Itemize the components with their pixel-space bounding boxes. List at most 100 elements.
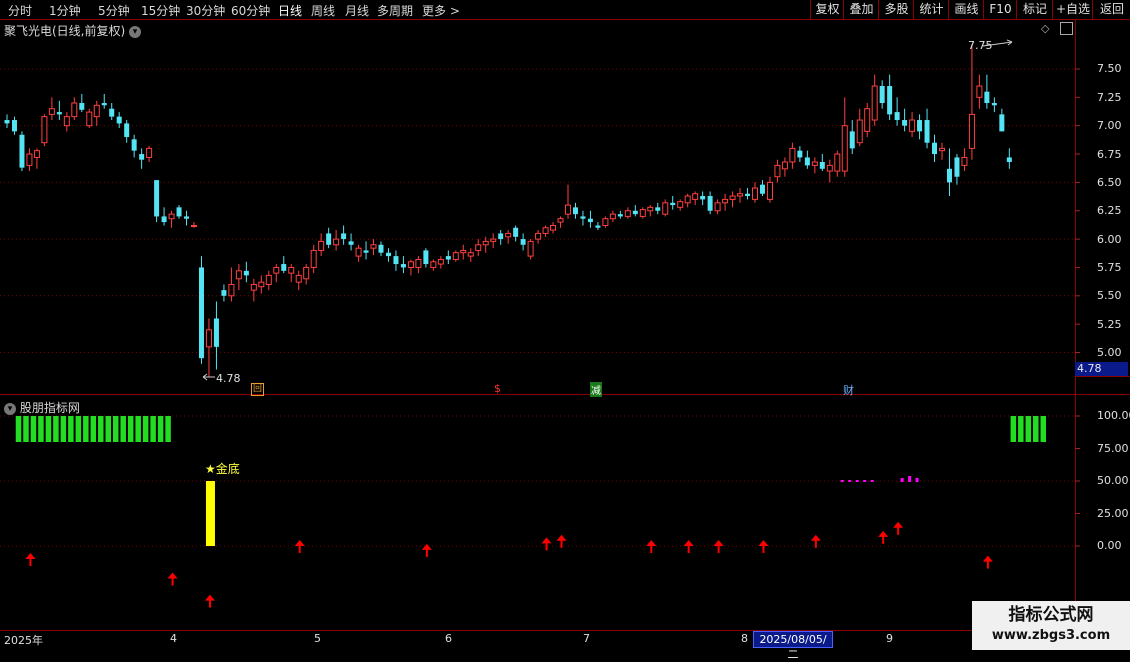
- magenta-mark: [848, 480, 852, 482]
- candle: [281, 256, 287, 274]
- candle-body: [303, 266, 310, 280]
- candle: [968, 44, 975, 160]
- candle: [355, 244, 362, 262]
- candle-body: [235, 270, 242, 280]
- watermark-url: www.zbgs3.com: [991, 628, 1111, 643]
- date-label: 7: [583, 632, 590, 645]
- buy-arrow: [893, 521, 904, 535]
- candle: [939, 142, 945, 160]
- candle: [33, 148, 40, 169]
- chevron-down-icon[interactable]: ▾: [4, 402, 16, 415]
- indicator-tick: 100.00: [1097, 409, 1130, 422]
- candle-body: [655, 207, 661, 211]
- candle-body: [452, 252, 459, 261]
- candle-body: [19, 134, 25, 168]
- candle-body: [700, 196, 706, 200]
- candle: [984, 74, 990, 109]
- signal-green-bar: [45, 416, 52, 442]
- diamond-icon[interactable]: ◇: [1041, 22, 1049, 35]
- indicator-tick: 75.00: [1097, 442, 1129, 455]
- candle: [86, 108, 93, 128]
- candle-body: [602, 218, 609, 226]
- signal-green-bar: [165, 416, 171, 442]
- candle: [56, 100, 62, 121]
- chart-canvas[interactable]: [0, 0, 1130, 650]
- candle: [221, 284, 227, 302]
- candle-body: [86, 111, 93, 127]
- candle-body: [221, 290, 227, 296]
- candle-body: [348, 241, 354, 245]
- candle: [400, 256, 406, 274]
- price-tick: 5.00: [1097, 346, 1122, 359]
- buy-arrow: [713, 540, 724, 553]
- candle-body: [93, 104, 100, 118]
- candle-body: [490, 238, 497, 242]
- buy-arrow-head: [25, 553, 36, 559]
- indicator-name[interactable]: 股朋指标网: [20, 401, 80, 415]
- candle: [348, 233, 354, 251]
- event-marker-reduce[interactable]: 减: [590, 382, 602, 397]
- buy-arrow-head: [294, 540, 305, 546]
- candle: [333, 230, 340, 251]
- candle-body: [565, 204, 571, 215]
- candle: [243, 261, 249, 283]
- candle: [602, 216, 609, 228]
- candle: [894, 97, 900, 126]
- candle: [415, 256, 422, 274]
- candle: [834, 150, 841, 177]
- candle-body: [976, 85, 983, 98]
- candle: [639, 207, 646, 219]
- candle-body: [954, 157, 960, 177]
- candle-body: [33, 150, 40, 158]
- candle: [752, 182, 758, 203]
- buy-arrow-head: [982, 555, 993, 562]
- candle-body: [41, 116, 48, 144]
- candle-body: [295, 274, 302, 283]
- signal-green-bar: [127, 416, 134, 442]
- watermark-title: 指标公式网: [1008, 605, 1094, 625]
- price-tick: 5.25: [1097, 318, 1122, 331]
- candle: [423, 248, 429, 268]
- candle-body: [557, 218, 564, 223]
- candle-body: [595, 225, 601, 228]
- candle: [781, 157, 788, 177]
- candle: [954, 154, 960, 185]
- event-marker-dividend[interactable]: $: [494, 382, 501, 395]
- candle-body: [460, 249, 467, 254]
- window-icon[interactable]: [1060, 22, 1073, 35]
- candle: [258, 275, 265, 294]
- signal-green-bar: [120, 416, 126, 442]
- candle: [826, 159, 833, 183]
- candle: [999, 108, 1005, 132]
- selected-date: 2025/08/05/二: [753, 631, 833, 661]
- signal-green-bar: [150, 416, 156, 442]
- price-tick: 6.50: [1097, 176, 1122, 189]
- magenta-mark: [915, 478, 919, 482]
- candle-body: [370, 244, 377, 249]
- candle: [714, 199, 721, 215]
- event-marker-finance[interactable]: 财: [843, 382, 854, 398]
- date-label: 9: [886, 632, 893, 645]
- buy-arrow-head: [204, 594, 215, 601]
- event-marker-return[interactable]: 回: [251, 383, 264, 396]
- watermark-logo: 指标公式网 www.zbgs3.com: [972, 601, 1130, 650]
- candle-body: [355, 247, 362, 257]
- candle: [677, 199, 684, 211]
- candle-body: [363, 250, 369, 253]
- candle: [79, 93, 85, 113]
- candle: [198, 256, 204, 364]
- signal-green-bar: [142, 416, 149, 442]
- candle: [475, 239, 482, 257]
- candle-body: [482, 240, 489, 246]
- candle-body: [737, 193, 744, 197]
- candle-body: [924, 120, 930, 143]
- candle-body: [991, 103, 997, 106]
- magenta-mark: [870, 480, 874, 482]
- candle: [542, 225, 549, 237]
- candle: [131, 134, 137, 158]
- indicator-title: ▾ 股朋指标网: [4, 399, 80, 416]
- candle-body: [677, 201, 684, 208]
- candle-body: [228, 283, 235, 297]
- buy-arrow-head: [167, 572, 178, 579]
- candle: [310, 244, 317, 274]
